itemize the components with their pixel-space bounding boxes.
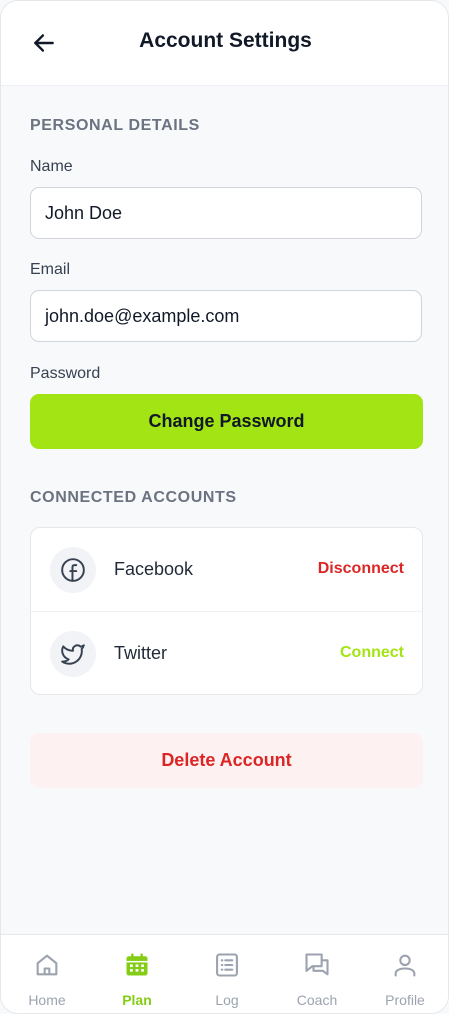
name-field[interactable]: John Doe [30,187,422,239]
home-icon [36,954,58,976]
account-row-twitter: Twitter Connect [31,612,422,695]
disconnect-facebook-button[interactable]: Disconnect [318,560,404,578]
personal-details-heading: PERSONAL DETAILS [30,117,200,134]
email-field[interactable]: john.doe@example.com [30,290,422,342]
nav-label-plan: Plan [122,992,152,1008]
app-screen: Account Settings PERSONAL DETAILS Name J… [0,0,449,1014]
user-icon [394,954,416,977]
email-label: Email [30,261,71,278]
twitter-icon [50,631,96,677]
nav-profile[interactable]: Profile [360,935,448,1013]
nav-log[interactable]: Log [182,935,272,1013]
nav-label-profile: Profile [385,992,425,1008]
account-name-twitter: Twitter [114,643,168,663]
change-password-button[interactable]: Change Password [30,394,423,449]
account-row-facebook: Facebook Disconnect [31,528,422,612]
delete-account-button[interactable]: Delete Account [30,733,423,788]
list-icon [216,953,238,977]
name-label: Name [30,158,73,175]
connect-twitter-button[interactable]: Connect [340,644,404,662]
nav-label-coach: Coach [296,992,338,1008]
nav-label-home: Home [28,992,66,1008]
nav-plan[interactable]: Plan [92,935,182,1013]
connected-accounts-card: Facebook Disconnect Twitter Connect [30,527,423,695]
top-bar: Account Settings [1,1,448,86]
bottom-nav: Home Plan Log Coach Profile [1,934,448,1013]
page-title: Account Settings [139,29,312,52]
nav-label-log: Log [215,992,239,1008]
password-label: Password [30,365,101,382]
facebook-icon [50,547,96,593]
nav-coach[interactable]: Coach [272,935,362,1013]
account-name-facebook: Facebook [114,559,194,579]
nav-home[interactable]: Home [2,935,92,1013]
calendar-icon [126,953,148,976]
chat-icon [305,953,329,976]
connected-accounts-heading: CONNECTED ACCOUNTS [30,489,237,506]
